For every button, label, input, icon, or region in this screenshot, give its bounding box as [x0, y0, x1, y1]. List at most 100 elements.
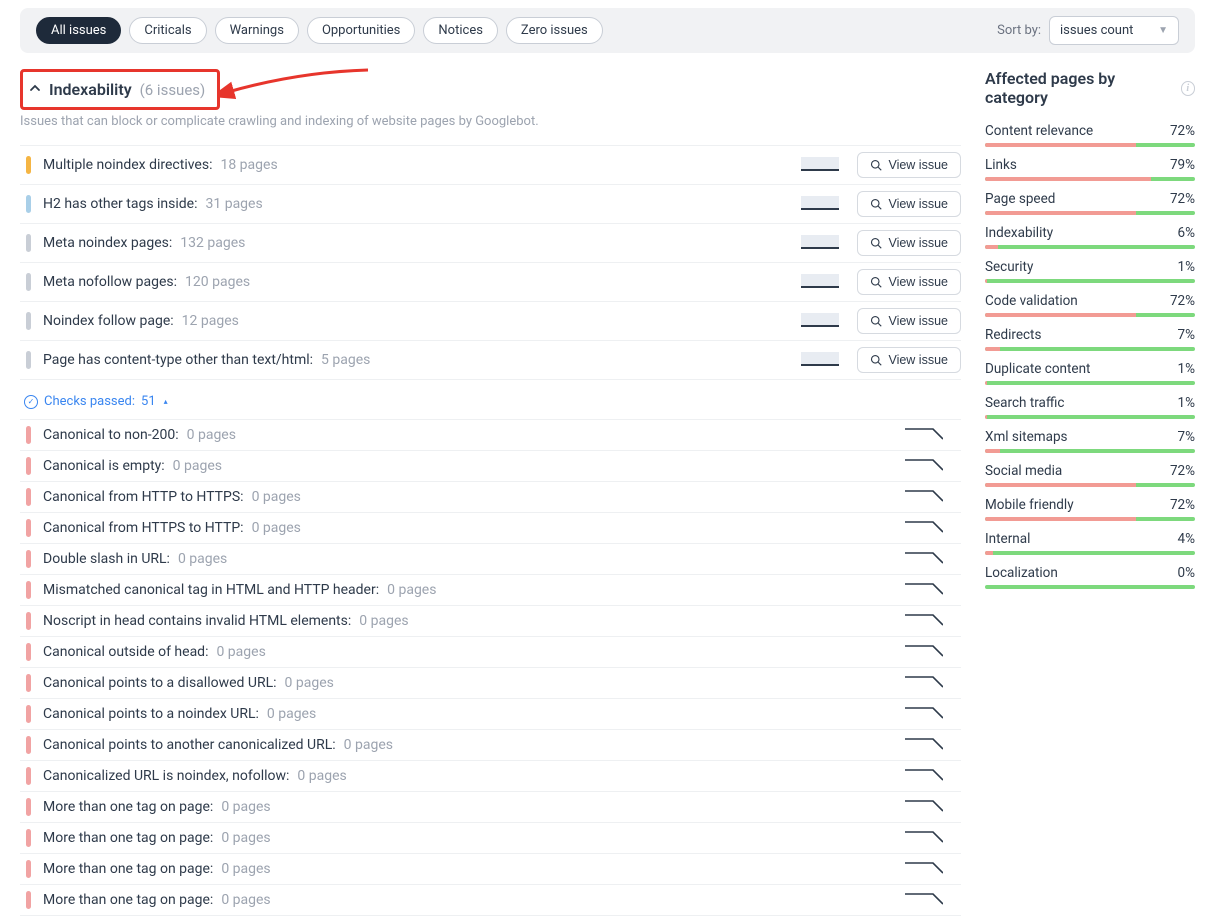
issue-name[interactable]: Page has content-type other than text/ht… — [43, 352, 313, 368]
category-percent: 1% — [1178, 395, 1195, 411]
view-issue-button[interactable]: View issue — [857, 308, 961, 334]
issue-name[interactable]: More than one tag on page: — [43, 830, 213, 846]
category-row[interactable]: Xml sitemaps7% — [985, 429, 1195, 453]
category-name: Code validation — [985, 293, 1078, 309]
sparkline — [801, 198, 839, 210]
category-percent: 72% — [1170, 463, 1195, 479]
issue-name[interactable]: More than one tag on page: — [43, 892, 213, 908]
section-issue-count: (6 issues) — [140, 81, 206, 99]
category-row[interactable]: Social media72% — [985, 463, 1195, 487]
issue-page-count: 5 pages — [321, 352, 370, 368]
issue-name[interactable]: Noscript in head contains invalid HTML e… — [43, 613, 351, 629]
issue-row: More than one tag on page:0 pages — [20, 885, 961, 916]
severity-indicator — [26, 860, 31, 878]
issue-row: Noscript in head contains invalid HTML e… — [20, 606, 961, 637]
sidebar-categories: Affected pages by category i Content rel… — [985, 69, 1195, 916]
issue-name[interactable]: Canonical is empty: — [43, 458, 165, 474]
category-bar — [985, 211, 1195, 215]
severity-indicator — [26, 767, 31, 785]
filter-bar: All issues Criticals Warnings Opportunities… — [20, 8, 1195, 53]
category-row[interactable]: Duplicate content1% — [985, 361, 1195, 385]
category-row[interactable]: Indexability6% — [985, 225, 1195, 249]
severity-indicator — [26, 736, 31, 754]
search-icon — [870, 354, 882, 366]
issue-page-count: 0 pages — [359, 613, 408, 629]
issue-page-count: 0 pages — [221, 830, 270, 846]
severity-indicator — [26, 550, 31, 568]
category-row[interactable]: Mobile friendly72% — [985, 497, 1195, 521]
view-issue-label: View issue — [888, 158, 948, 172]
issue-name[interactable]: Canonicalized URL is noindex, nofollow: — [43, 768, 289, 784]
issue-name[interactable]: Meta nofollow pages: — [43, 274, 177, 290]
category-row[interactable]: Redirects7% — [985, 327, 1195, 351]
filter-pill[interactable]: Opportunities — [307, 17, 415, 44]
filter-pill[interactable]: All issues — [36, 17, 121, 44]
issue-name[interactable]: Noindex follow page: — [43, 313, 174, 329]
issue-name[interactable]: More than one tag on page: — [43, 799, 213, 815]
view-issue-button[interactable]: View issue — [857, 347, 961, 373]
sparkline — [801, 315, 839, 327]
info-icon[interactable]: i — [1181, 81, 1196, 96]
category-name: Search traffic — [985, 395, 1064, 411]
issue-name[interactable]: Canonical to non-200: — [43, 427, 179, 443]
category-name: Content relevance — [985, 123, 1093, 139]
filter-pill[interactable]: Warnings — [215, 17, 299, 44]
issue-name[interactable]: Double slash in URL: — [43, 551, 170, 567]
filter-pill[interactable]: Notices — [423, 17, 498, 44]
category-row[interactable]: Search traffic 1% — [985, 395, 1195, 419]
category-row[interactable]: Code validation72% — [985, 293, 1195, 317]
checks-passed-toggle[interactable]: ✓ Checks passed: 51 ▴ — [24, 394, 961, 409]
severity-indicator — [26, 612, 31, 630]
issue-name[interactable]: Canonical points to a disallowed URL: — [43, 675, 277, 691]
filter-pill[interactable]: Criticals — [129, 17, 206, 44]
issue-name[interactable]: Multiple noindex directives: — [43, 157, 212, 173]
issue-name[interactable]: Canonical points to a noindex URL: — [43, 706, 259, 722]
section-header[interactable]: Indexability (6 issues) — [23, 72, 217, 107]
issue-name[interactable]: Meta noindex pages: — [43, 235, 172, 251]
view-issue-button[interactable]: View issue — [857, 191, 961, 217]
sparkline — [905, 522, 943, 534]
issue-name[interactable]: Canonical outside of head: — [43, 644, 208, 660]
category-row[interactable]: Localization0% — [985, 565, 1195, 589]
issue-page-count: 31 pages — [206, 196, 263, 212]
issue-row: More than one tag on page:0 pages — [20, 854, 961, 885]
issue-page-count: 0 pages — [221, 799, 270, 815]
category-row[interactable]: Content relevance72% — [985, 123, 1195, 147]
category-name: Links — [985, 157, 1017, 173]
issue-row: More than one tag on page: 0 pages — [20, 823, 961, 854]
view-issue-button[interactable]: View issue — [857, 269, 961, 295]
view-issue-button[interactable]: View issue — [857, 152, 961, 178]
chevron-up-icon — [29, 82, 41, 98]
filter-pill[interactable]: Zero issues — [506, 17, 603, 44]
severity-indicator — [26, 457, 31, 475]
issue-name[interactable]: Mismatched canonical tag in HTML and HTT… — [43, 582, 379, 598]
category-name: Security — [985, 259, 1033, 275]
category-percent: 4% — [1178, 531, 1195, 547]
sparkline — [905, 553, 943, 565]
issue-row: Double slash in URL:0 pages — [20, 544, 961, 575]
view-issue-button[interactable]: View issue — [857, 230, 961, 256]
issue-name[interactable]: Canonical from HTTP to HTTPS: — [43, 489, 244, 505]
category-row[interactable]: Internal4% — [985, 531, 1195, 555]
category-row[interactable]: Security1% — [985, 259, 1195, 283]
issue-page-count: 0 pages — [344, 737, 393, 753]
category-name: Xml sitemaps — [985, 429, 1068, 445]
severity-indicator — [26, 426, 31, 444]
category-percent: 72% — [1170, 191, 1195, 207]
severity-indicator — [26, 798, 31, 816]
severity-indicator — [26, 581, 31, 599]
issue-name[interactable]: H2 has other tags inside: — [43, 196, 198, 212]
severity-indicator — [26, 519, 31, 537]
category-percent: 6% — [1178, 225, 1195, 241]
category-row[interactable]: Page speed72% — [985, 191, 1195, 215]
sort-select[interactable]: issues count ▼ — [1049, 16, 1179, 45]
issue-name[interactable]: More than one tag on page: — [43, 861, 213, 877]
sparkline — [801, 159, 839, 171]
category-row[interactable]: Links 79% — [985, 157, 1195, 181]
issue-name[interactable]: Canonical points to another canonicalize… — [43, 737, 336, 753]
category-bar — [985, 143, 1195, 147]
search-icon — [870, 237, 882, 249]
issue-page-count: 0 pages — [216, 644, 265, 660]
issue-name[interactable]: Canonical from HTTPS to HTTP: — [43, 520, 244, 536]
category-percent: 79% — [1170, 157, 1195, 173]
